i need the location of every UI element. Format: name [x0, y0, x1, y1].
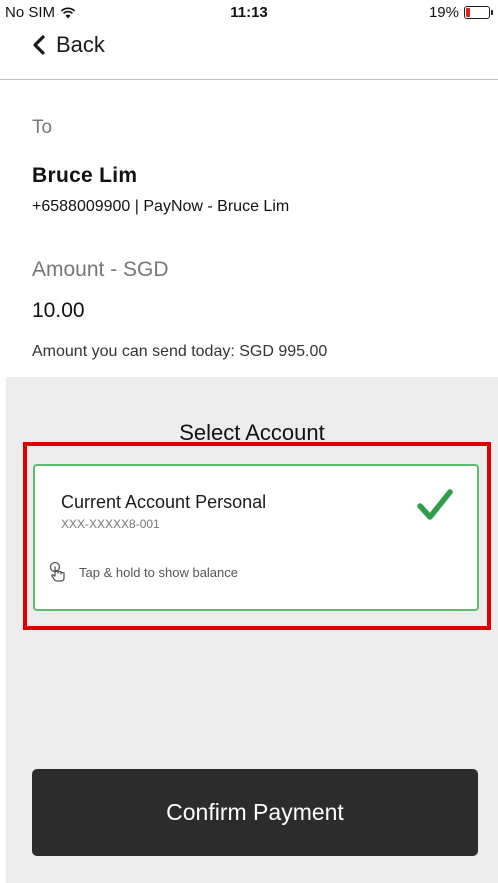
battery-level — [466, 8, 471, 17]
recipient-name: Bruce Lim — [32, 164, 138, 187]
account-panel: Select Account Current Account Personal … — [6, 377, 498, 883]
status-right: 19% — [428, 4, 493, 21]
amount-label: Amount - SGD — [32, 258, 169, 281]
amount-value: 10.00 — [32, 299, 85, 322]
back-button[interactable]: Back — [32, 32, 105, 58]
status-time: 11:13 — [230, 4, 268, 21]
battery-percent: 19% — [428, 4, 459, 21]
to-label: To — [32, 117, 53, 138]
back-label: Back — [56, 32, 105, 57]
account-name: Current Account Personal — [61, 492, 267, 512]
hold-hint-text: Tap & hold to show balance — [79, 564, 238, 580]
status-bar: No SIM 11:13 19% — [0, 0, 498, 24]
battery-icon — [464, 6, 493, 19]
chevron-left-icon — [33, 35, 45, 55]
tap-hold-hint: Tap & hold to show balance — [47, 561, 238, 583]
checkmark-icon — [417, 489, 453, 520]
touch-hand-icon — [49, 561, 65, 582]
confirm-payment-button[interactable]: Confirm Payment — [32, 769, 478, 856]
nav-bar: Back — [0, 24, 498, 80]
daily-limit-text: Amount you can send today: SGD 995.00 — [32, 343, 328, 360]
account-number: XXX-XXXXX8-001 — [61, 517, 160, 531]
battery-tip — [491, 10, 493, 15]
recipient-detail: +6588009900 | PayNow - Bruce Lim — [32, 198, 290, 215]
account-card[interactable]: Current Account Personal XXX-XXXXX8-001 … — [33, 464, 479, 611]
